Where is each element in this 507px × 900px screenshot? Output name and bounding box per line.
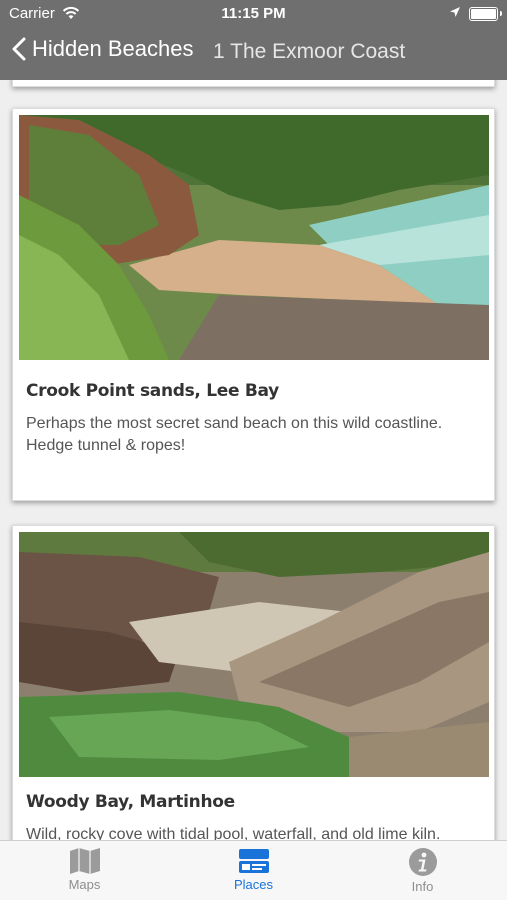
place-card[interactable]: Crook Point sands, Lee Bay Perhaps the m… (12, 108, 495, 501)
beach-photo (19, 532, 489, 777)
tab-label: Places (233, 877, 274, 892)
info-icon (408, 848, 437, 876)
page-title: 1 The Exmoor Coast (213, 40, 406, 63)
tab-maps[interactable]: Maps (0, 841, 169, 900)
place-card[interactable]: Woody Bay, Martinhoe Wild, rocky cove wi… (12, 525, 495, 840)
place-card-previous[interactable] (12, 80, 495, 87)
tab-label: Maps (68, 877, 101, 892)
back-button[interactable]: Hidden Beaches (12, 36, 193, 62)
chevron-left-icon (12, 37, 26, 61)
places-list[interactable]: Crook Point sands, Lee Bay Perhaps the m… (0, 80, 507, 840)
back-label: Hidden Beaches (32, 36, 194, 61)
map-icon (69, 848, 100, 874)
tab-info[interactable]: Info (338, 841, 507, 900)
card-title: Woody Bay, Martinhoe (26, 792, 235, 812)
navigation-bar: Hidden Beaches 1 The Exmoor Coast (0, 30, 507, 76)
tab-label: Info (411, 879, 434, 894)
clock: 11:15 PM (221, 5, 286, 22)
card-description: Perhaps the most secret sand beach on th… (26, 415, 443, 454)
top-bar: Carrier 11:15 PM Hidden Beaches 1 The Ex… (0, 0, 507, 80)
tab-bar: Maps Places Info (0, 840, 507, 900)
battery-icon (469, 7, 502, 21)
places-icon (238, 849, 269, 873)
beach-photo (19, 115, 489, 360)
status-bar: Carrier 11:15 PM (0, 0, 507, 28)
location-arrow-icon (450, 7, 460, 17)
card-title: Crook Point sands, Lee Bay (26, 381, 279, 401)
card-description: Wild, rocky cove with tidal pool, waterf… (26, 826, 441, 840)
tab-places[interactable]: Places (169, 841, 338, 900)
